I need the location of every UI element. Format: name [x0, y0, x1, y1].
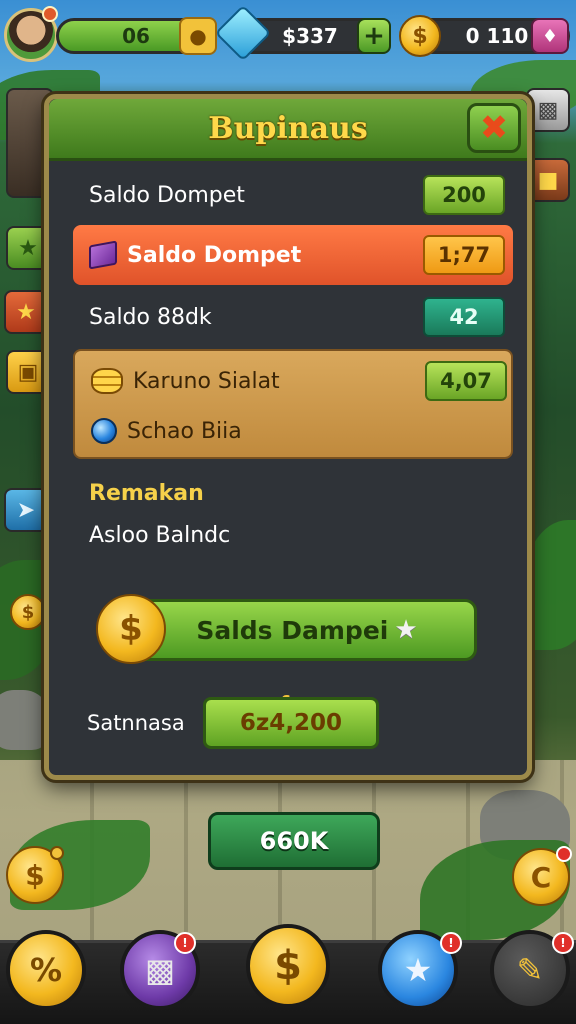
panel-header: Bupinaus ✖ [49, 99, 527, 161]
percent-icon[interactable]: % [6, 930, 86, 1010]
trash-can-icon[interactable]: ▩ [526, 88, 570, 132]
star-icon: ★ [394, 615, 418, 645]
orb-icon [91, 418, 117, 444]
wallet-action-label: Salds Dampei [196, 615, 389, 645]
balance-label: Saldo Dompet [89, 182, 245, 208]
notification-badge: ! [174, 932, 196, 954]
orb-row: Schao Biia [75, 401, 515, 461]
panel-title: Bupinaus [208, 111, 368, 146]
level-value: 06 [122, 24, 150, 48]
notification-badge [42, 6, 58, 22]
notification-badge [50, 846, 64, 860]
notification-badge [556, 846, 572, 862]
top-hud: 06 ● $337 + $ 0 110 ♦ [0, 4, 576, 62]
secondary-balance-value: 42 [423, 297, 505, 337]
notification-badge: ! [552, 932, 574, 954]
summary-value: 6z4,200 [203, 697, 379, 749]
highlighted-balance-row[interactable]: Saldo Dompet 1;77 [73, 225, 513, 285]
secondary-balance-label: Saldo 88dk [89, 304, 212, 330]
money-pill: $337 + [214, 4, 391, 62]
wallet-panel: Bupinaus ✖ Saldo Dompet 200 Saldo Dompet… [44, 94, 532, 780]
rocket-icon[interactable]: ➤ [4, 488, 48, 532]
gem-icon [214, 4, 272, 62]
level-pill: 06 ● [56, 17, 217, 55]
notification-badge: ! [440, 932, 462, 954]
coins-pill: $ 0 110 ♦ [399, 15, 570, 57]
section-title: Remakan [89, 481, 204, 506]
highlighted-balance-value: 1;77 [423, 235, 505, 275]
close-button[interactable]: ✖ [467, 103, 521, 153]
close-icon: ✖ [479, 108, 509, 148]
coin-icon: $ [399, 15, 441, 57]
coins-value: 0 110 [465, 24, 529, 48]
balance-value: 200 [423, 175, 505, 215]
coin-stack-icon [91, 368, 123, 394]
wallet-action-button[interactable]: $ Salds Dampei ★ [96, 594, 477, 664]
section-subtitle: Asloo Balndc [89, 523, 231, 548]
balance-row: Saldo Dompet 200 [73, 165, 513, 225]
gift-icon [89, 240, 117, 270]
collect-button[interactable]: 660K [208, 812, 380, 870]
coin-icon[interactable]: $ [246, 924, 330, 1008]
money-value: $337 [282, 24, 338, 48]
reward-label: Karuno Sialat [133, 368, 280, 394]
summary-label: Satnnasa [87, 711, 185, 735]
highlighted-balance-label: Saldo Dompet [127, 242, 302, 268]
orb-label: Schao Biia [127, 418, 242, 444]
chest-icon[interactable]: ■ [526, 158, 570, 202]
add-money-button[interactable]: + [357, 18, 391, 54]
lightbulb-icon[interactable]: ● [179, 17, 217, 55]
reward-value: 4,07 [425, 361, 507, 401]
secondary-balance-row: Saldo 88dk 42 [73, 287, 513, 347]
coin-icon[interactable]: $ [10, 594, 46, 630]
shop-icon[interactable]: ♦ [531, 18, 569, 54]
coin-icon: $ [96, 594, 166, 664]
trophy-icon[interactable]: ★ [4, 290, 48, 334]
rewards-box: Karuno Sialat 4,07 Schao Biia [73, 349, 513, 459]
